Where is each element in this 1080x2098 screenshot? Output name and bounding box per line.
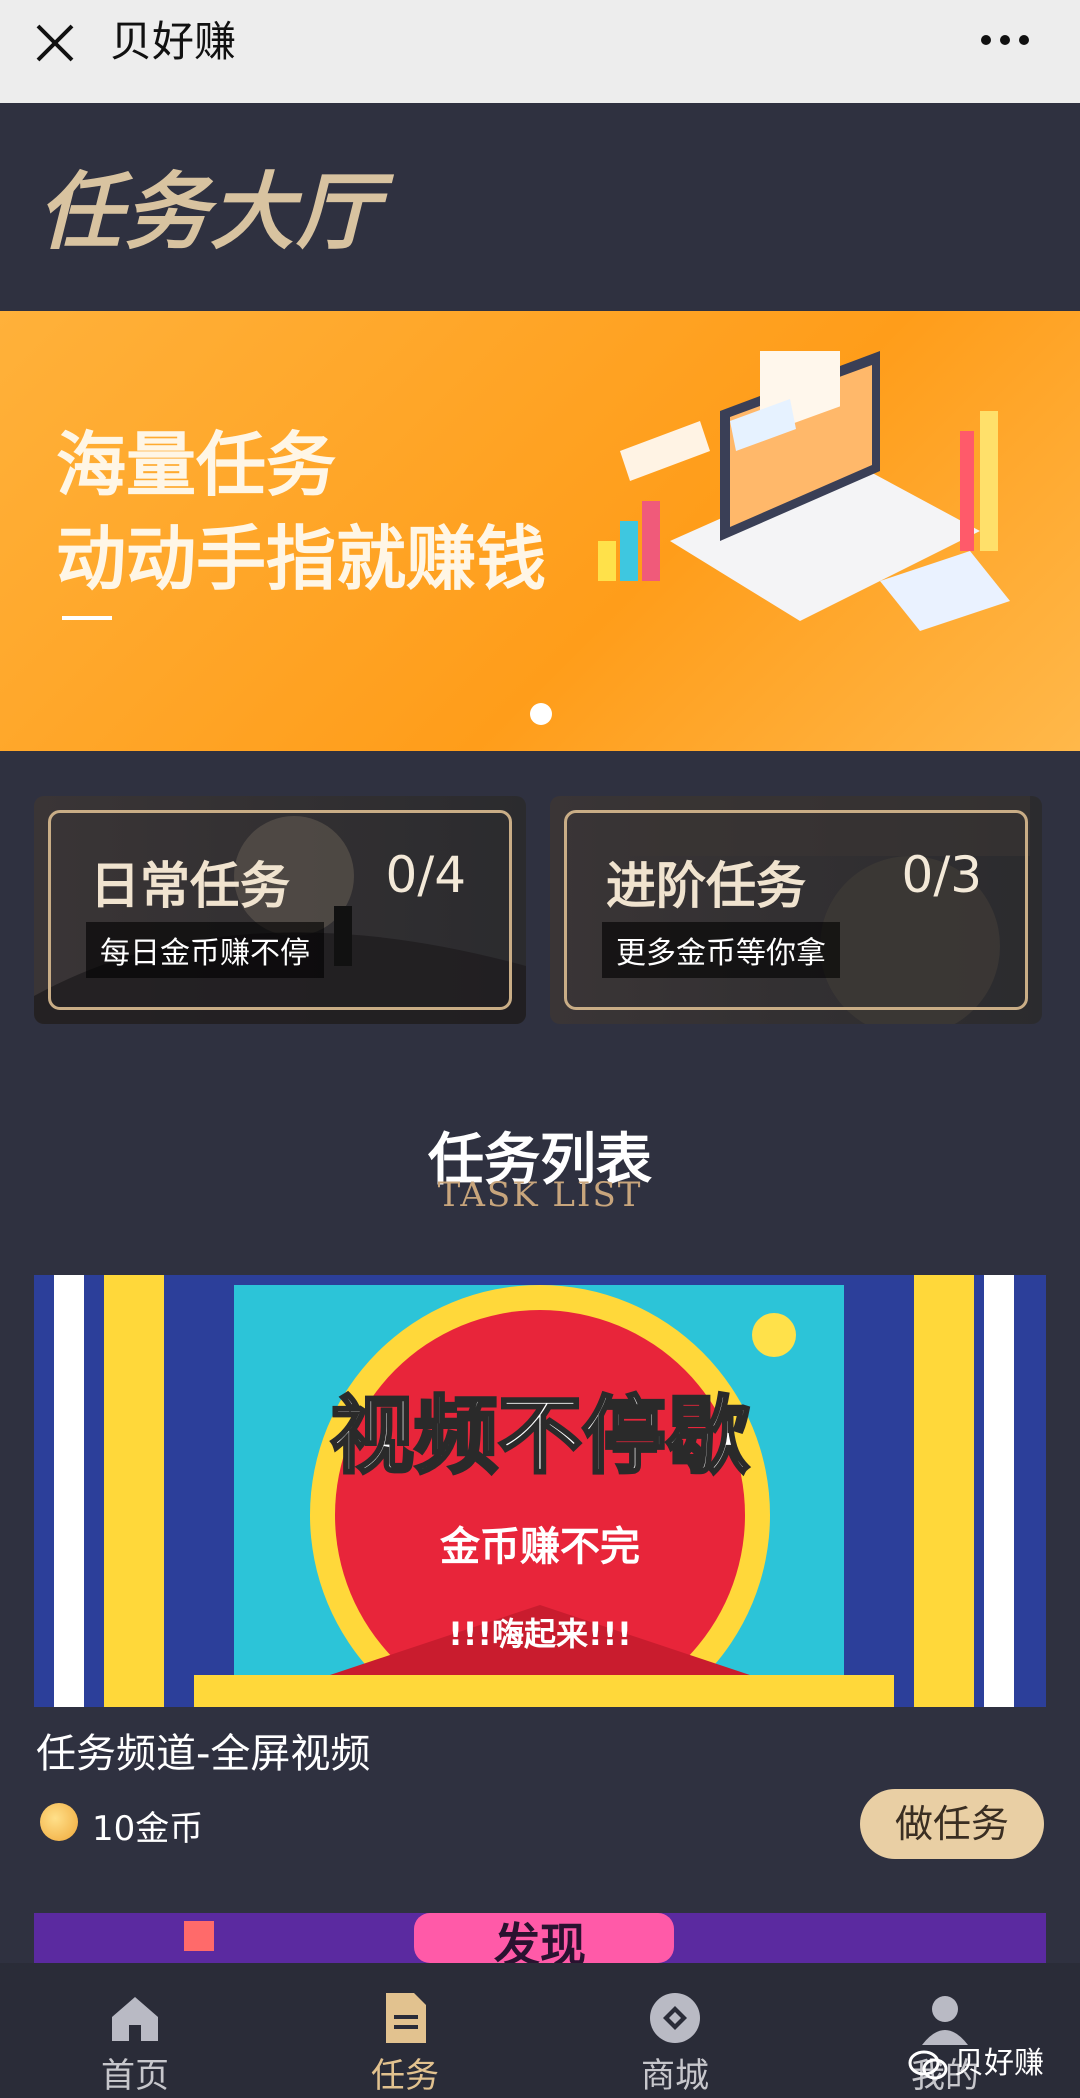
nav-task[interactable]: 任务 xyxy=(270,1963,540,2098)
poster-title: 视频不停歇 xyxy=(330,1387,750,1485)
task-poster[interactable]: 视频不停歇 金币赚不完 !!!嗨起来!!! xyxy=(34,1275,1046,1707)
nav-label: 商城 xyxy=(641,2056,709,2096)
banner-divider xyxy=(62,616,112,620)
coin-icon xyxy=(40,1803,78,1841)
watermark-text: 贝好赚 xyxy=(954,2046,1044,2081)
daily-task-subtitle: 每日金币赚不停 xyxy=(86,922,324,978)
banner-headline: 海量任务 xyxy=(56,424,336,506)
next-poster-title: 发现 xyxy=(494,1918,586,1963)
page-title: 任务大厅 xyxy=(38,163,383,261)
poster-tag: !!!嗨起来!!! xyxy=(448,1615,632,1653)
task-name: 任务频道-全屏视频 xyxy=(36,1731,371,1777)
section-subtitle: TASK LIST xyxy=(437,1175,643,1215)
promo-banner[interactable]: 海量任务 动动手指就赚钱 xyxy=(0,311,1080,751)
shop-icon xyxy=(650,1993,700,2043)
watermark: 贝好赚 xyxy=(908,2038,1044,2082)
nav-home[interactable]: 首页 xyxy=(0,1963,270,2098)
poster-art: 视频不停歇 金币赚不完 !!!嗨起来!!! xyxy=(34,1275,1046,1707)
task-icon xyxy=(386,1993,426,2043)
task-list-header: 任务列表 TASK LIST xyxy=(0,1073,1080,1273)
page-header: 任务大厅 xyxy=(0,103,1080,311)
wechat-icon xyxy=(908,2050,948,2079)
poster-subtitle: 金币赚不完 xyxy=(439,1524,640,1570)
nav-label: 首页 xyxy=(101,2056,169,2096)
carousel-indicator[interactable] xyxy=(530,703,552,725)
nav-shop[interactable]: 商城 xyxy=(540,1963,810,2098)
task-category-cards: 日常任务 0/4 每日金币赚不停 进阶任务 0/3 更多金币等你拿 xyxy=(0,751,1080,1073)
daily-task-title: 日常任务 xyxy=(90,857,290,915)
advanced-task-title: 进阶任务 xyxy=(606,857,806,915)
do-task-button[interactable]: 做任务 xyxy=(860,1789,1044,1859)
close-icon[interactable] xyxy=(32,20,78,66)
laptop-illustration xyxy=(598,351,1010,631)
advanced-task-card[interactable]: 进阶任务 0/3 更多金币等你拿 xyxy=(550,796,1042,1024)
daily-task-card[interactable]: 日常任务 0/4 每日金币赚不停 xyxy=(34,796,526,1024)
task-poster-next[interactable]: 发现 xyxy=(34,1913,1046,1963)
top-bar: 贝好赚 xyxy=(0,0,1080,103)
daily-task-progress: 0/4 xyxy=(385,846,466,904)
advanced-task-subtitle: 更多金币等你拿 xyxy=(602,922,840,978)
task-item: 视频不停歇 金币赚不完 !!!嗨起来!!! 任务频道-全屏视频 10金币 做任务 xyxy=(0,1273,1080,1913)
nav-label: 任务 xyxy=(371,2056,439,2096)
advanced-task-progress: 0/3 xyxy=(901,846,982,904)
app-title: 贝好赚 xyxy=(110,17,237,66)
more-icon[interactable] xyxy=(980,30,1030,50)
next-poster-art: 发现 xyxy=(34,1913,1046,1963)
task-reward: 10金币 xyxy=(92,1809,204,1849)
banner-subheadline: 动动手指就赚钱 xyxy=(56,518,546,600)
home-icon xyxy=(112,1997,158,2041)
